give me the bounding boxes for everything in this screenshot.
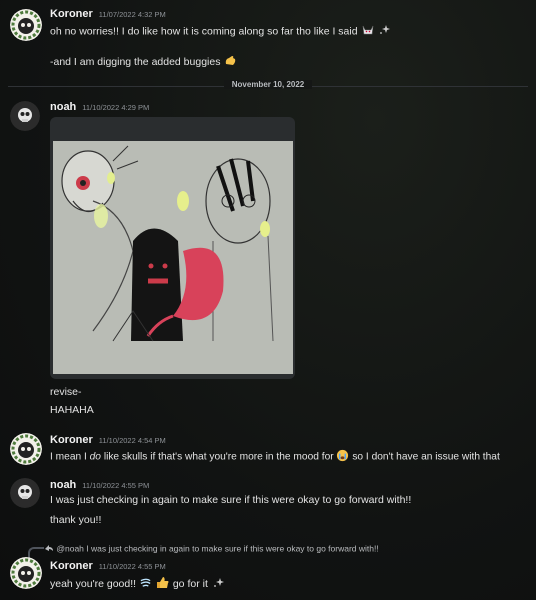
message-header: noah 11/10/2022 4:55 PM <box>50 479 149 491</box>
avatar-koroner[interactable] <box>10 9 42 41</box>
message-line: yeah you're good!! <box>50 577 137 590</box>
message-text: revise- <box>50 386 82 398</box>
avatar-noah[interactable] <box>10 478 40 508</box>
message-header: noah 11/10/2022 4:29 PM <box>50 101 149 113</box>
avatar-koroner[interactable] <box>10 433 42 465</box>
message-text: oh no worries!! I do like how it is comi… <box>50 23 391 40</box>
emphasized-text: do <box>89 451 101 463</box>
message-line: go for it <box>172 577 208 590</box>
cat-emoji-icon <box>361 23 375 40</box>
message-text: I mean I do like skulls if that's what y… <box>50 449 500 465</box>
author-name[interactable]: noah <box>50 479 76 491</box>
message-header: Koroner 11/10/2022 4:54 PM <box>50 434 166 446</box>
message-line: oh no worries!! I do like how it is comi… <box>50 25 358 38</box>
message-line: thank you!! <box>50 514 102 526</box>
message-line: I mean I <box>50 451 90 463</box>
sparkles-icon <box>211 576 225 593</box>
sparkles-icon <box>377 23 391 40</box>
reply-arrow-icon <box>44 543 54 555</box>
wind-emoji-icon <box>139 576 152 592</box>
date-divider: November 10, 2022 <box>0 80 536 89</box>
timestamp: 11/10/2022 4:54 PM <box>98 436 166 445</box>
thumbs-up-icon <box>155 575 170 593</box>
message-text: HAHAHA <box>50 404 94 416</box>
skull-artwork[interactable] <box>53 141 293 374</box>
timestamp: 11/10/2022 4:29 PM <box>82 103 150 112</box>
message-header: Koroner 11/10/2022 4:55 PM <box>50 560 166 572</box>
timestamp: 11/07/2022 4:32 PM <box>98 10 166 19</box>
pinching-hand-icon <box>223 53 238 71</box>
crying-emoji-icon <box>336 449 349 465</box>
author-name[interactable]: Koroner <box>50 560 93 572</box>
avatar-koroner[interactable] <box>10 557 42 589</box>
author-name[interactable]: Koroner <box>50 8 93 20</box>
author-name[interactable]: noah <box>50 101 76 113</box>
avatar-noah[interactable] <box>10 101 40 131</box>
message-line: so I don't have an issue with that <box>349 451 500 463</box>
message-line: -and I am digging the added buggies <box>50 55 221 68</box>
message-line: like skulls if that's what you're more i… <box>100 451 334 463</box>
message-text: I was just checking in again to make sur… <box>50 494 411 506</box>
message-text: thank you!! <box>50 514 101 526</box>
date-divider-label: November 10, 2022 <box>223 80 313 89</box>
message-line: I was just checking in again to make sur… <box>50 494 412 506</box>
message-header: Koroner 11/07/2022 4:32 PM <box>50 8 166 20</box>
reply-preview-text: @noah I was just checking in again to ma… <box>56 543 379 554</box>
timestamp: 11/10/2022 4:55 PM <box>82 481 150 490</box>
message-text: -and I am digging the added buggies <box>50 53 238 71</box>
message-line: revise- <box>50 386 82 398</box>
author-name[interactable]: Koroner <box>50 434 93 446</box>
reply-preview[interactable]: @noah I was just checking in again to ma… <box>44 543 379 555</box>
timestamp: 11/10/2022 4:55 PM <box>98 562 166 571</box>
image-attachment[interactable] <box>50 117 295 379</box>
message-text: yeah you're good!! go for it <box>50 575 225 593</box>
message-line: HAHAHA <box>50 404 94 416</box>
